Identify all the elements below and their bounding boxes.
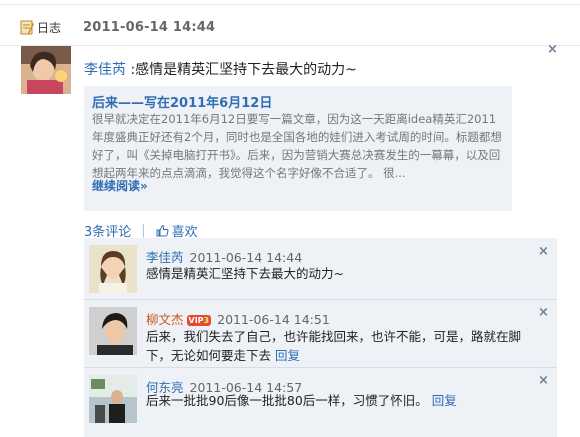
post-status-line: 李佳芮 :感情是精英汇坚持下去最大的动力~ bbox=[84, 59, 357, 79]
comment-text: 后来，我们失去了自己，也许能找回来，也许不能，可是，路就在脚下，无论如何要走下去… bbox=[146, 329, 522, 363]
feed-timestamp: 2011-06-14 14:44 bbox=[83, 19, 216, 35]
vip-badge: VIP3 bbox=[186, 315, 212, 326]
diary-excerpt: 很早就决定在2011年6月12日要写一篇文章，因为这一天距离idea精英汇201… bbox=[92, 112, 502, 180]
read-more-link[interactable]: 继续阅读» bbox=[92, 177, 148, 194]
comment-avatar[interactable] bbox=[89, 307, 137, 355]
comment-divider bbox=[84, 367, 557, 368]
post-author-link[interactable]: 李佳芮 bbox=[84, 62, 126, 78]
reply-link[interactable]: 回复 bbox=[432, 393, 457, 408]
reply-link[interactable]: 回复 bbox=[275, 348, 300, 363]
delete-comment-icon[interactable]: × bbox=[538, 306, 549, 319]
post-colon: : bbox=[126, 62, 136, 78]
diary-title-link[interactable]: 后来——写在2011年6月12日 bbox=[92, 92, 272, 111]
actions-separator: | bbox=[141, 223, 146, 238]
comment-author-link[interactable]: 柳文杰 bbox=[146, 312, 184, 327]
comments-panel: 李佳芮 2011-06-14 14:44 感情是精英汇坚持下去最大的动力~ × 柳… bbox=[84, 238, 557, 437]
comment-text: 后来一批批90后像一批批80后一样，习惯了怀旧。 回复 bbox=[146, 393, 457, 408]
comment-time: 2011-06-14 14:44 bbox=[189, 250, 303, 265]
comment-time: 2011-06-14 14:51 bbox=[217, 312, 330, 327]
close-post-icon[interactable]: × bbox=[547, 43, 558, 56]
comment-divider bbox=[84, 299, 557, 300]
comment-avatar[interactable] bbox=[89, 245, 137, 293]
comment-avatar[interactable] bbox=[89, 375, 137, 423]
thumbs-up-icon[interactable] bbox=[156, 224, 169, 237]
delete-comment-icon[interactable]: × bbox=[538, 245, 549, 258]
diary-icon bbox=[20, 20, 34, 34]
comment-author-link[interactable]: 李佳芮 bbox=[146, 250, 184, 265]
quoted-diary-box: 后来——写在2011年6月12日 很早就决定在2011年6月12日要写一篇文章，… bbox=[84, 86, 512, 211]
delete-comment-icon[interactable]: × bbox=[538, 374, 549, 387]
comment-meta: 柳文杰 VIP3 2011-06-14 14:51 bbox=[146, 309, 330, 328]
header-divider bbox=[0, 45, 580, 46]
top-divider bbox=[0, 4, 580, 5]
feed-type-label: 日志 bbox=[37, 20, 62, 35]
comment-text: 感情是精英汇坚持下去最大的动力~ bbox=[146, 266, 344, 281]
feed-header: 日志 2011-06-14 14:44 bbox=[20, 17, 215, 37]
author-avatar[interactable] bbox=[21, 46, 71, 94]
post-status-text: 感情是精英汇坚持下去最大的动力~ bbox=[135, 62, 357, 78]
